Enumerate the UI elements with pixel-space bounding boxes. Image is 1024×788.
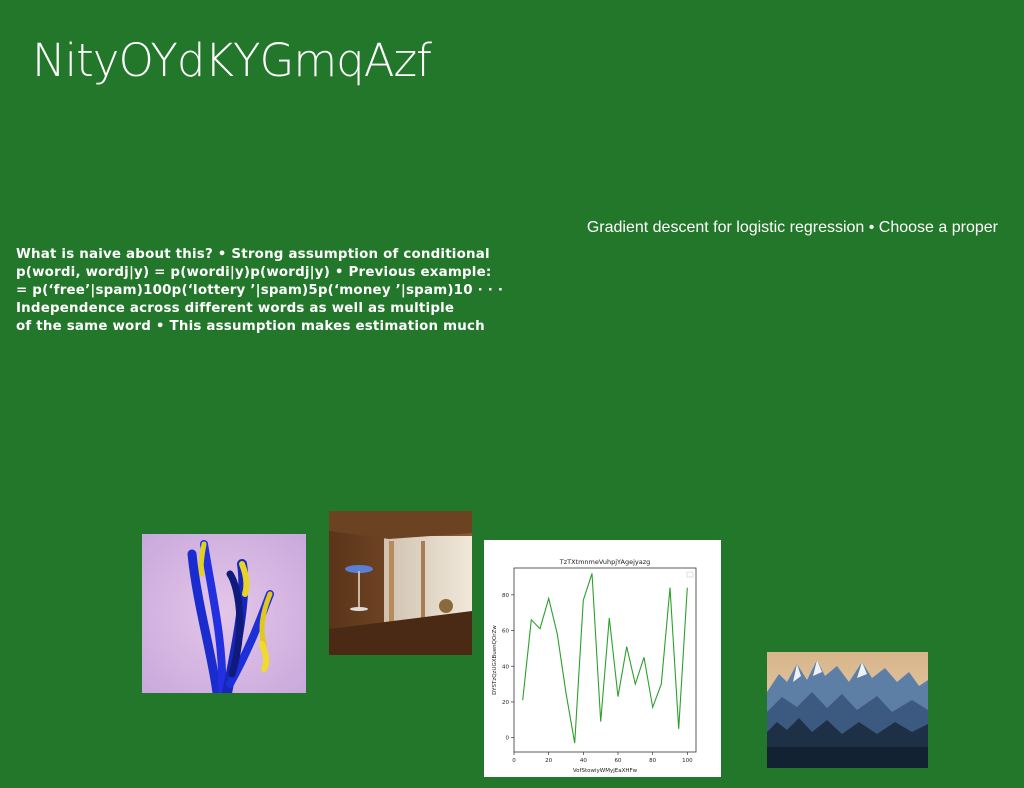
x-tick-label: 20 [545, 758, 552, 764]
y-tick-label: 0 [506, 736, 510, 742]
slide-title: NityOYdKYGmqAzf [32, 34, 432, 87]
body-line: What is naive about this? • Strong assum… [16, 247, 490, 262]
y-tick-label: 20 [502, 700, 509, 706]
x-tick-label: 60 [615, 758, 622, 764]
body-text: What is naive about this? • Strong assum… [16, 246, 536, 336]
legend-box [686, 571, 694, 578]
x-tick-label: 40 [580, 758, 587, 764]
line-chart: 0 20 40 60 80 100 0 20 40 60 80 TzTXtmnmeVuhpjYAgej… [484, 540, 721, 777]
chart-title: TzTXtmnmeVuhpjYAgejyazg [559, 558, 651, 566]
y-tick-label: 80 [502, 593, 509, 599]
y-tick-label: 40 [502, 664, 509, 670]
right-text: Gradient descent for logistic regression… [586, 219, 998, 236]
plot-frame [513, 567, 697, 753]
x-tick-label: 80 [649, 758, 656, 764]
y-tick-label: 60 [502, 629, 509, 635]
body-line: = p(‘free’|spam)100p(‘lottery ’|spam)5p(… [16, 283, 504, 298]
interior-image [329, 511, 472, 655]
body-line: Independence across different words as w… [16, 301, 455, 316]
y-axis-label: DYSTzQzUGXBuenQOrZw [492, 625, 498, 695]
body-line: of the same word • This assumption makes… [16, 319, 485, 334]
body-line: p(wordi, wordj|y) = p(wordi|y)p(wordj|y)… [16, 265, 492, 280]
series-line [522, 573, 688, 744]
line-chart-svg: 0 20 40 60 80 100 0 20 40 60 80 TzTXtmnmeVuhpjYAgej… [492, 558, 697, 774]
x-axis-label: VofStowiyWMyjEaXHFw [573, 768, 638, 774]
x-tick-label: 0 [512, 758, 516, 764]
abstract-strokes-image [142, 534, 306, 693]
mountain-image [767, 652, 928, 768]
x-tick-label: 100 [682, 758, 693, 764]
